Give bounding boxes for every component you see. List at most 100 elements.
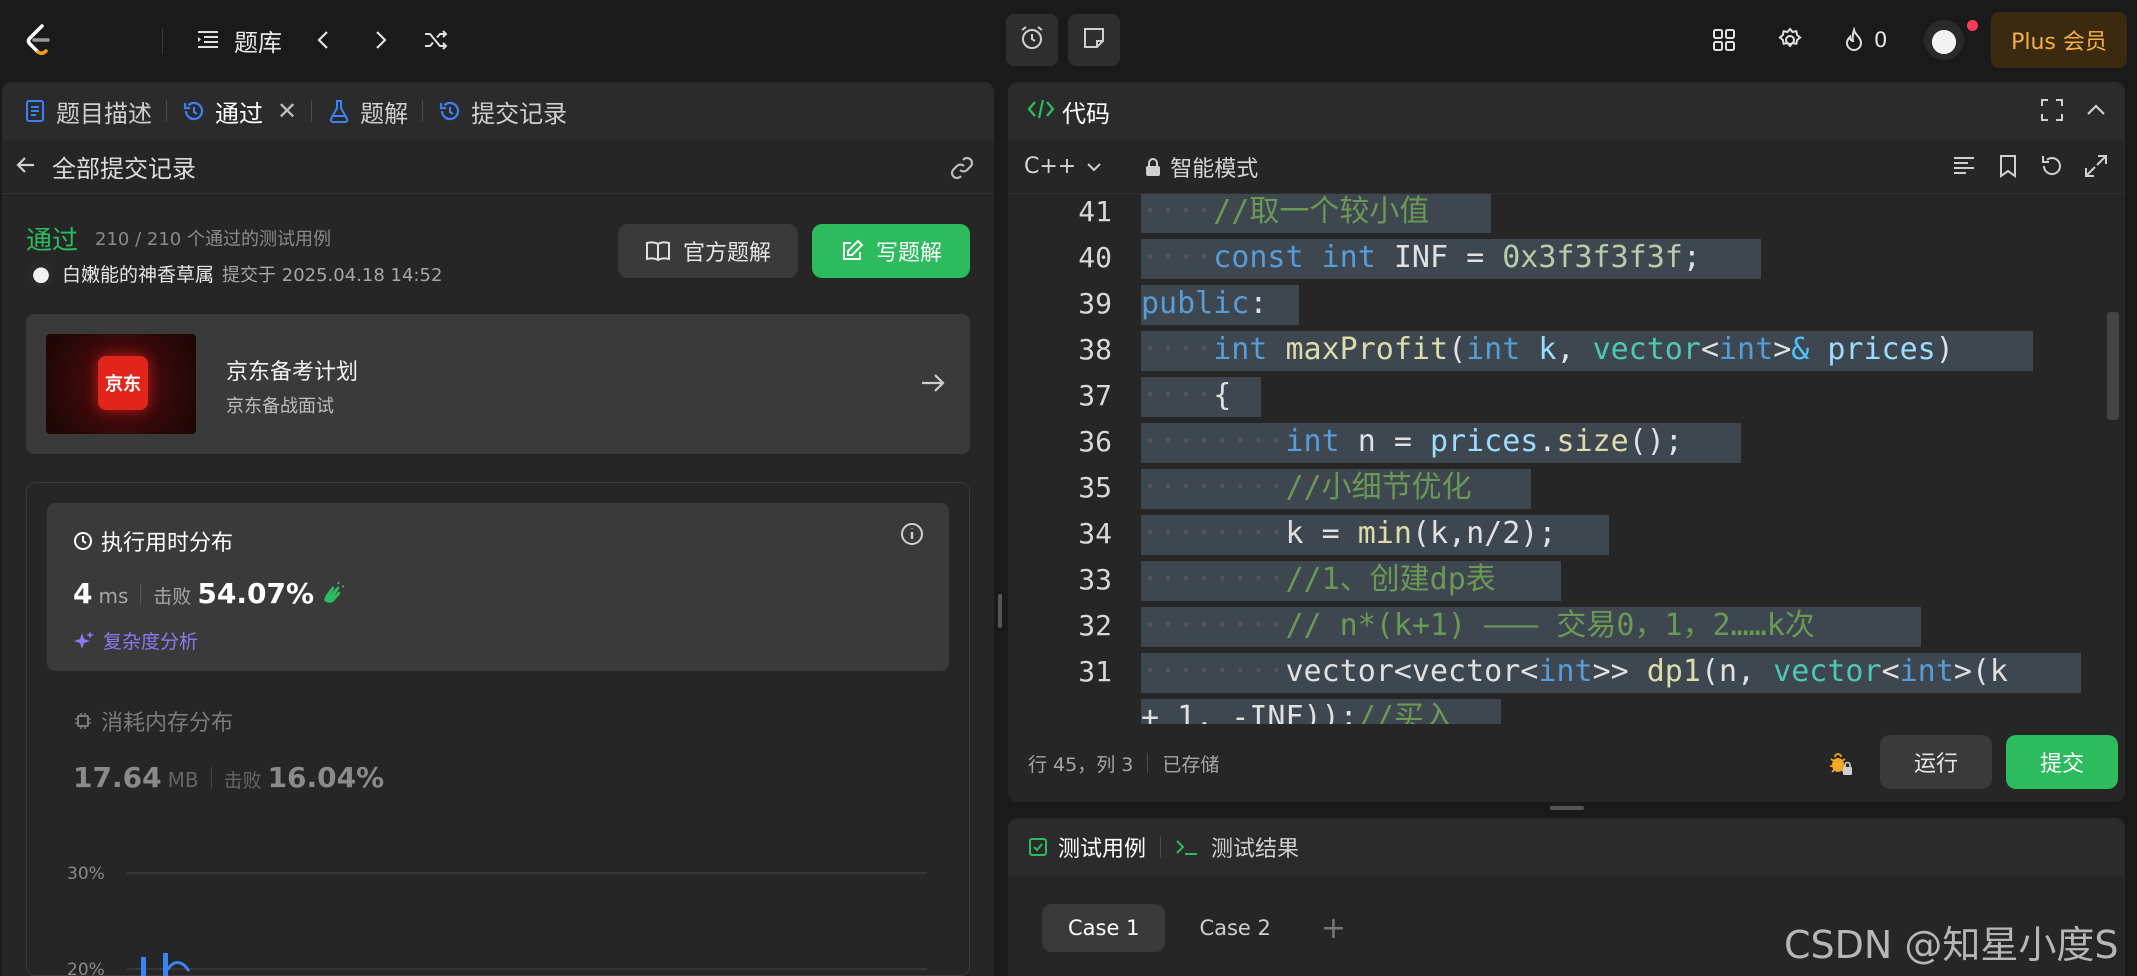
distribution-chart[interactable]: 30% 20%	[27, 843, 971, 976]
test-tabs: 测试用例 测试结果	[1008, 818, 2125, 876]
testcase-count: 210 / 210 个通过的测试用例	[95, 229, 331, 250]
submitter-avatar[interactable]	[28, 260, 54, 287]
case-1-button[interactable]: Case 1	[1042, 904, 1166, 952]
case-2-button[interactable]: Case 2	[1173, 904, 1296, 952]
prev-problem-button[interactable]	[306, 22, 342, 58]
code-footer: 行 45，列 3 已存储 运行 提交	[1008, 724, 2125, 802]
chart-curve	[163, 961, 191, 974]
checkbox-icon	[1028, 837, 1048, 857]
code-line: 35 ········//小细节优化	[1008, 465, 2108, 511]
saved-status: 已存储	[1162, 753, 1220, 776]
write-solution-label: 写题解	[875, 241, 942, 266]
code-text: ····const int INF = 0x3f3f3f3f;	[1141, 240, 1701, 275]
code-text: ········//1、创建dp表	[1141, 562, 1496, 597]
memory-title[interactable]: 消耗内存分布	[73, 705, 233, 737]
line-number: 36	[1078, 425, 1112, 458]
leetcode-logo[interactable]	[18, 20, 58, 60]
format-icon[interactable]	[1951, 153, 1977, 183]
add-case-icon[interactable]: +	[1321, 911, 1346, 946]
maximize-icon[interactable]	[2039, 97, 2065, 127]
clap-icon	[320, 581, 346, 607]
y-tick-label: 20%	[67, 960, 105, 976]
case-selector: Case 1 Case 2 +	[1042, 904, 1346, 952]
link-icon[interactable]	[948, 154, 976, 182]
info-icon[interactable]	[899, 521, 925, 547]
chip-icon	[73, 711, 93, 731]
expand-icon[interactable]	[2083, 153, 2109, 183]
tab-description[interactable]: 题目描述	[22, 82, 152, 140]
chevron-up-icon[interactable]	[2083, 97, 2109, 127]
line-number: 37	[1078, 379, 1112, 412]
line-number: 33	[1078, 563, 1112, 596]
line-number: 40	[1078, 241, 1112, 274]
notes-button[interactable]	[1068, 14, 1120, 66]
debug-icon[interactable]	[1826, 750, 1854, 778]
shuffle-icon	[418, 22, 454, 58]
code-text: ····{	[1141, 378, 1232, 413]
code-editor[interactable]: 41 ····//取一个较小值 40 ····const int INF = 0…	[1008, 194, 2125, 724]
topbar-divider	[162, 28, 163, 54]
random-problem-button[interactable]	[418, 22, 454, 58]
submitter-name[interactable]: 白嫩能的神香草属	[62, 260, 214, 287]
tab-solutions[interactable]: 题解	[326, 82, 408, 140]
streak-button[interactable]: 0	[1836, 22, 1887, 58]
settings-button[interactable]	[1772, 22, 1808, 58]
close-tab-icon[interactable]: ✕	[277, 97, 297, 125]
official-solution-button[interactable]: 官方题解	[618, 224, 798, 278]
runtime-card[interactable]: 执行用时分布 4 ms 击败 54.07% 复杂度分析	[47, 503, 949, 671]
code-line: 32 ········// n*(k+1) ——— 交易0，1，2……k次	[1008, 603, 2108, 649]
history-icon	[181, 98, 207, 124]
horizontal-resize-handle[interactable]	[1550, 806, 1584, 810]
code-line: 33 ········//1、创建dp表	[1008, 557, 2108, 603]
tab-submissions[interactable]: 提交记录	[437, 82, 567, 140]
language-select[interactable]: C++	[1024, 154, 1104, 179]
smart-mode-toggle[interactable]: 智能模式	[1144, 151, 1258, 183]
complexity-analysis-link[interactable]: 复杂度分析	[73, 627, 198, 654]
promo-banner[interactable]: 京东 京东备考计划 京东备战面试	[26, 314, 970, 454]
problem-bank-button[interactable]: 题库	[190, 22, 282, 58]
plus-membership-button[interactable]: Plus 会员	[1991, 12, 2127, 68]
tab-divider	[166, 100, 167, 122]
code-line: 31 ········vector<vector<int>> dp1(n, ve…	[1008, 649, 2108, 695]
history-icon	[437, 98, 463, 124]
line-number: 39	[1078, 287, 1112, 320]
user-avatar[interactable]	[1924, 20, 1964, 60]
tab-description-label: 题目描述	[56, 99, 152, 128]
timer-button[interactable]	[1006, 14, 1058, 66]
tab-testcases[interactable]: 测试用例	[1028, 831, 1146, 863]
memory-beat-value: 16.04%	[267, 761, 385, 794]
list-icon	[190, 22, 226, 58]
code-line: 36 ········int n = prices.size();	[1008, 419, 2108, 465]
code-text: ········int n = prices.size();	[1141, 424, 1683, 459]
tab-test-results[interactable]: 测试结果	[1175, 831, 1299, 863]
gear-icon	[1772, 22, 1808, 58]
runtime-beat-value: 54.07%	[197, 577, 315, 610]
editor-scrollbar[interactable]	[2107, 312, 2119, 420]
chevron-down-icon	[1084, 157, 1104, 177]
run-button[interactable]: 运行	[1880, 735, 1992, 789]
reset-icon[interactable]	[2039, 153, 2065, 183]
panel-resize-handle[interactable]	[998, 594, 1002, 628]
bookmark-icon[interactable]	[1995, 153, 2021, 183]
arrow-right-icon	[922, 374, 945, 392]
value-divider	[210, 766, 212, 789]
tab-testcases-label: 测试用例	[1058, 837, 1147, 862]
line-number: 38	[1078, 333, 1112, 366]
code-line: 34 ········k = min(k,n/2);	[1008, 511, 2108, 557]
editor-tools	[1951, 153, 2109, 183]
layout-button[interactable]	[1706, 22, 1742, 58]
write-solution-button[interactable]: 写题解	[812, 224, 970, 278]
grid-layout-icon	[1706, 22, 1742, 58]
submit-button[interactable]: 提交	[2006, 735, 2118, 789]
next-problem-button[interactable]	[362, 22, 398, 58]
all-submissions-link[interactable]: 全部提交记录	[52, 149, 196, 184]
code-line: + 1, -INF));//买入	[1008, 695, 2108, 724]
tab-accepted[interactable]: 通过 ✕	[181, 82, 297, 140]
arrow-left-icon[interactable]	[14, 153, 38, 181]
distribution-chart-svg: 30% 20%	[67, 864, 927, 976]
document-icon	[22, 98, 48, 124]
code-line: 38 ····int maxProfit(int k, vector<int>&…	[1008, 327, 2108, 373]
code-line: 37 ····{	[1008, 373, 2108, 419]
submit-time: 提交于 2025.04.18 14:52	[222, 264, 443, 286]
code-text: ········// n*(k+1) ——— 交易0，1，2……k次	[1141, 608, 1815, 643]
